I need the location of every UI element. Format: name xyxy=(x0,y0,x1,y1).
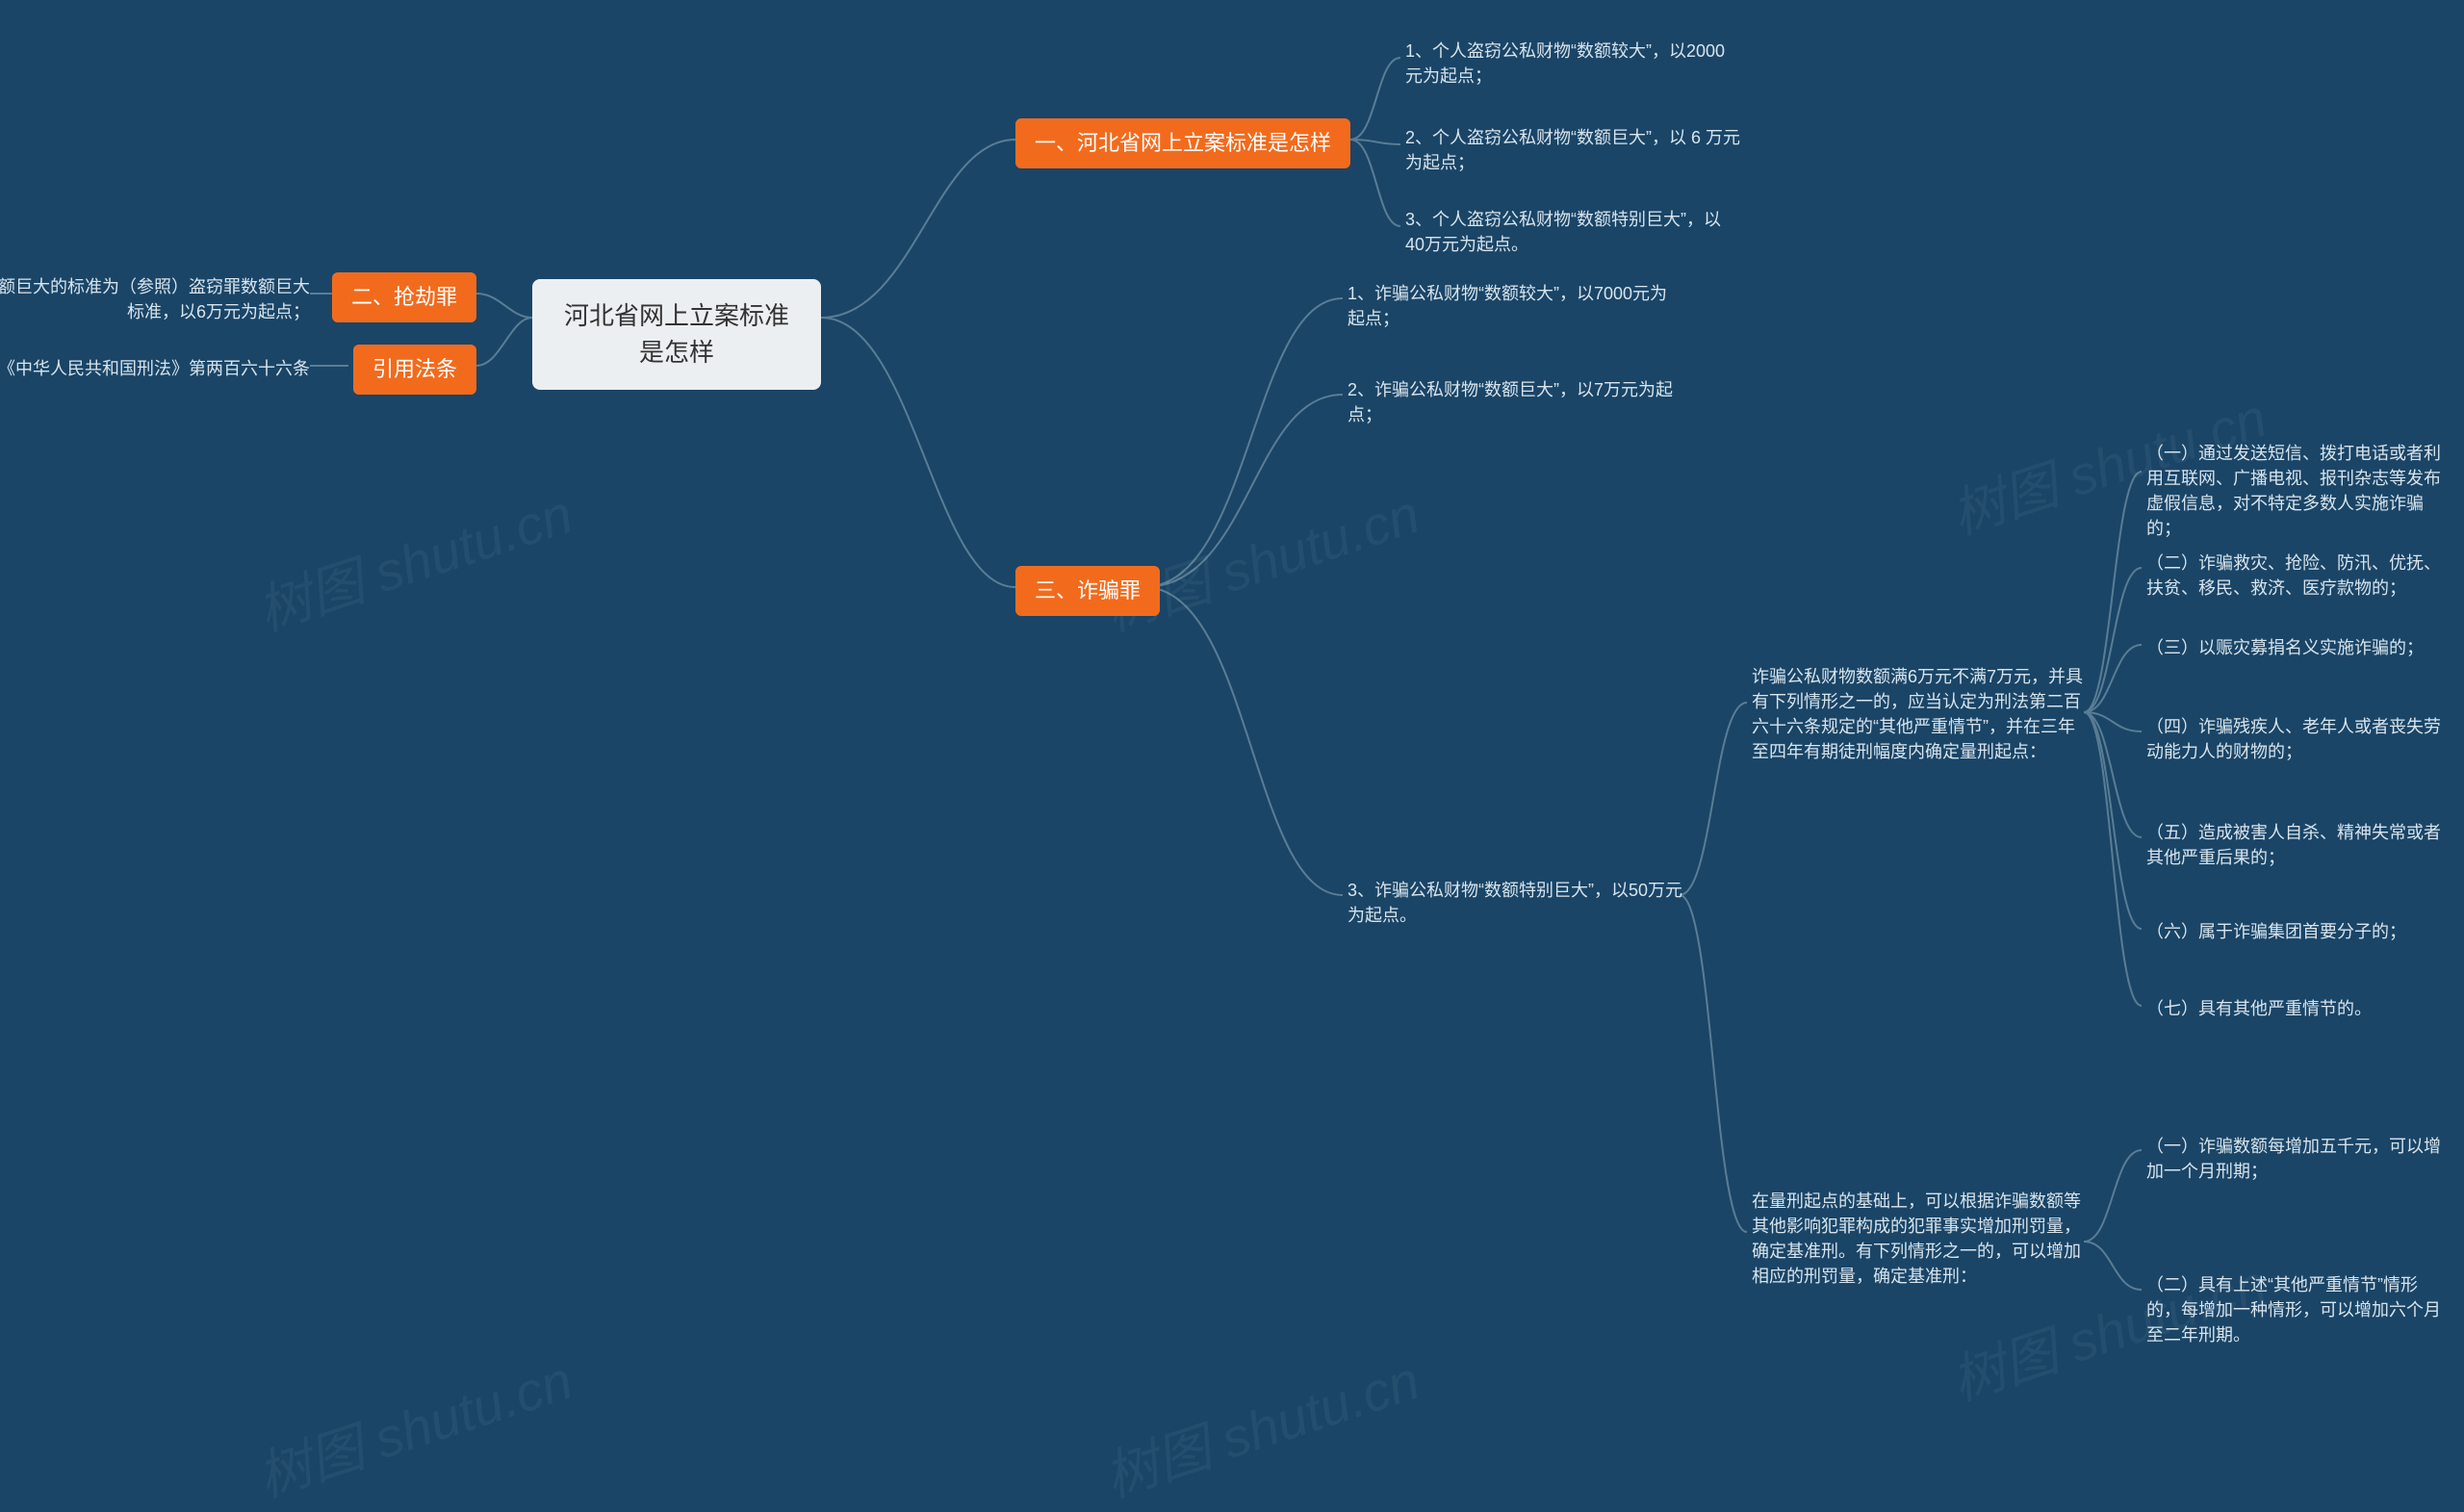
watermark: 树图 shutu.cn xyxy=(246,1338,581,1512)
node-reference-label: 引用法条 xyxy=(372,357,457,381)
node-section-1[interactable]: 一、河北省网上立案标准是怎样 xyxy=(1015,118,1350,168)
leaf-fraud-1: 1、诈骗公私财物“数额较大”，以7000元为起点； xyxy=(1348,281,1684,331)
node-robbery[interactable]: 二、抢劫罪 xyxy=(332,272,476,322)
leaf-subA-5: （五）造成被害人自杀、精神失常或者其他严重后果的； xyxy=(2146,820,2445,870)
leaf-subB-2: （二）具有上述“其他严重情节”情形的，每增加一种情形，可以增加六个月至二年刑期。 xyxy=(2146,1272,2445,1347)
leaf-reference-detail: [1]《中华人民共和国刑法》第两百六十六条 xyxy=(0,356,310,381)
leaf-subA-2: （二）诈骗救灾、抢险、防汛、优抚、扶贫、移民、救济、医疗款物的； xyxy=(2146,551,2445,601)
leaf-fraud-3-subA: 诈骗公私财物数额满6万元不满7万元，并具有下列情形之一的，应当认定为刑法第二百六… xyxy=(1752,664,2084,764)
leaf-s1-item2: 2、个人盗窃公私财物“数额巨大”，以 6 万元为起点； xyxy=(1405,125,1742,175)
leaf-subA-1: （一）通过发送短信、拨打电话或者利用互联网、广播电视、报刊杂志等发布虚假信息，对… xyxy=(2146,441,2445,541)
watermark: 树图 shutu.cn xyxy=(1093,472,1428,647)
leaf-robbery-detail: 数额巨大的标准为（参照）盗窃罪数额巨大标准，以6万元为起点； xyxy=(0,274,310,324)
node-fraud[interactable]: 三、诈骗罪 xyxy=(1015,566,1160,616)
leaf-subA-4: （四）诈骗残疾人、老年人或者丧失劳动能力人的财物的； xyxy=(2146,714,2445,764)
leaf-subA-6: （六）属于诈骗集团首要分子的； xyxy=(2146,919,2445,944)
root-title: 河北省网上立案标准是怎样 xyxy=(564,301,789,367)
leaf-subB-1: （一）诈骗数额每增加五千元，可以增加一个月刑期； xyxy=(2146,1134,2445,1184)
leaf-fraud-3-subB: 在量刑起点的基础上，可以根据诈骗数额等其他影响犯罪构成的犯罪事实增加刑罚量，确定… xyxy=(1752,1189,2084,1289)
node-fraud-label: 三、诈骗罪 xyxy=(1035,578,1141,602)
leaf-subA-7: （七）具有其他严重情节的。 xyxy=(2146,996,2445,1021)
node-section-1-label: 一、河北省网上立案标准是怎样 xyxy=(1035,131,1331,155)
leaf-s1-item3: 3、个人盗窃公私财物“数额特别巨大”，以 40万元为起点。 xyxy=(1405,207,1742,257)
node-robbery-label: 二、抢劫罪 xyxy=(351,285,457,309)
watermark: 树图 shutu.cn xyxy=(246,472,581,647)
leaf-s1-item1: 1、个人盗窃公私财物“数额较大”，以2000元为起点； xyxy=(1405,38,1742,89)
root-node[interactable]: 河北省网上立案标准是怎样 xyxy=(532,279,821,390)
watermark: 树图 shutu.cn xyxy=(1093,1338,1428,1512)
node-reference[interactable]: 引用法条 xyxy=(353,345,476,395)
leaf-subA-3: （三）以赈灾募捐名义实施诈骗的； xyxy=(2146,635,2445,660)
leaf-fraud-3: 3、诈骗公私财物“数额特别巨大”，以50万元为起点。 xyxy=(1348,878,1684,928)
connector-lines xyxy=(0,0,2464,1467)
leaf-fraud-2: 2、诈骗公私财物“数额巨大”，以7万元为起点； xyxy=(1348,377,1684,427)
